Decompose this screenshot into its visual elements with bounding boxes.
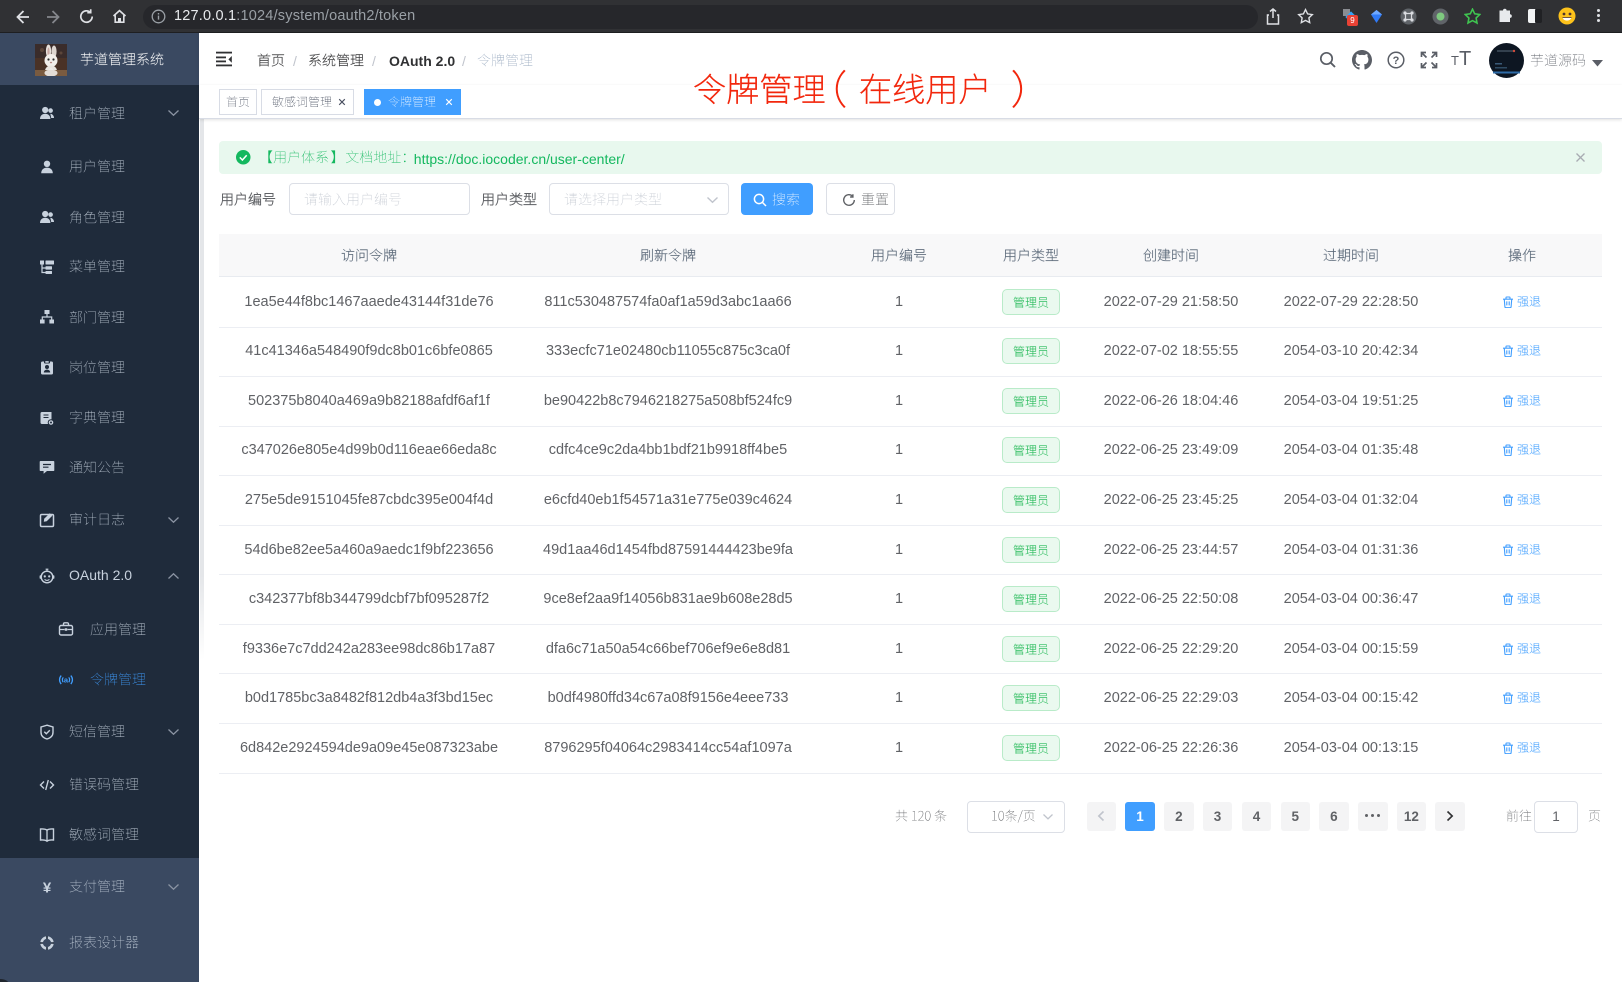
svg-text:a: a bbox=[64, 675, 69, 684]
svg-text:¥: ¥ bbox=[42, 879, 51, 895]
svg-text:?: ? bbox=[1393, 55, 1400, 67]
